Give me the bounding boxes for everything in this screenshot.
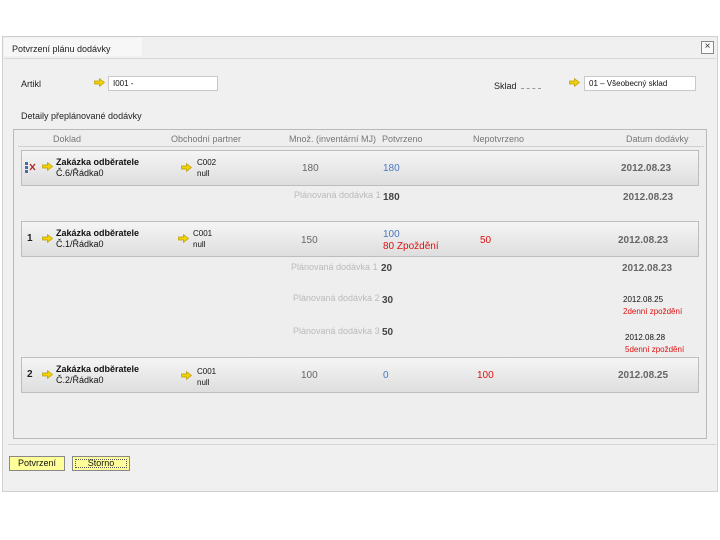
cancel-button[interactable]: Storno (72, 456, 130, 471)
doklad-cell: Zakázka odběratele Č.1/Řádka0 (56, 228, 140, 249)
sklad-dashed-line (521, 88, 541, 89)
confirmed-value: 180 (383, 163, 400, 174)
artikl-label: Artikl (21, 79, 41, 89)
confirmed-value: 0 (383, 370, 389, 381)
planned-delivery-label: Plánovaná dodávka 1 (294, 190, 381, 200)
partner-cell: C001 null (197, 367, 217, 387)
column-header-divider (18, 146, 704, 147)
planned-delivery-qty: 180 (383, 192, 400, 203)
sklad-link-arrow-icon[interactable] (569, 78, 580, 87)
planned-delivery-label: Plánovaná dodávka 2 (293, 293, 380, 303)
unconfirmed-value: 50 (480, 235, 492, 246)
planned-delivery-qty: 50 (382, 327, 394, 338)
doklad-cell: Zakázka odběratele Č.2/Řádka0 (56, 364, 140, 385)
row-number: 2 (27, 369, 33, 380)
planned-delivery-qty: 20 (381, 263, 393, 274)
partner-cell: C001 null (193, 229, 213, 249)
column-header-partner: Obchodní partner (171, 134, 242, 144)
artikl-field[interactable]: I001 - (108, 76, 218, 91)
planned-delivery-label: Plánovaná dodávka 1 (291, 262, 378, 272)
unconfirmed-value: 100 (477, 370, 494, 381)
sklad-field[interactable]: 01 – Všeobecný sklad (584, 76, 696, 91)
planned-delivery-date: 2012.08.23 (622, 263, 673, 274)
planned-delivery-label: Plánovaná dodávka 3 (293, 326, 380, 336)
planned-delivery-date: 2012.08.28 (625, 333, 666, 342)
planned-delivery-qty: 30 (382, 295, 394, 306)
doklad-link-arrow-icon[interactable] (42, 234, 53, 243)
qty-value: 180 (302, 163, 319, 174)
footer-separator (8, 444, 716, 445)
artikl-link-arrow-icon[interactable] (94, 78, 105, 87)
column-header-potvrzeno: Potvrzeno (382, 134, 423, 144)
doklad-cell: Zakázka odběratele Č.6/Řádka0 (56, 157, 140, 178)
column-header-mnoz: Množ. (inventární MJ) (289, 134, 377, 144)
close-button[interactable]: × (701, 41, 714, 54)
confirmed-delay-note: 80 Zpoždění (383, 241, 439, 252)
delivery-date: 2012.08.23 (621, 163, 672, 174)
delivery-date: 2012.08.23 (618, 235, 669, 246)
column-header-nepotvrzeno: Nepotvrzeno (473, 134, 525, 144)
doklad-link-arrow-icon[interactable] (42, 370, 53, 379)
planned-delivery-date: 2012.08.25 (623, 295, 664, 304)
qty-value: 100 (301, 370, 318, 381)
section-title: Detaily přeplánované dodávky (21, 111, 142, 121)
delivery-delay-note: 5denní zpoždění (625, 345, 685, 354)
dialog-title: Potvrzení plánu dodávky (12, 44, 111, 54)
delivery-delay-note: 2denní zpoždění (623, 307, 683, 316)
confirm-button[interactable]: Potvrzení (9, 456, 65, 471)
qty-value: 150 (301, 235, 318, 246)
column-header-datum: Datum dodávky (626, 134, 689, 144)
partner-link-arrow-icon[interactable] (178, 234, 189, 243)
row-number: 1 (27, 233, 33, 244)
partner-link-arrow-icon[interactable] (181, 163, 192, 172)
delivery-date: 2012.08.25 (618, 370, 669, 381)
sklad-label: Sklad (494, 81, 517, 91)
confirmed-value: 100 (383, 229, 400, 240)
title-separator (4, 58, 716, 59)
close-icon: × (704, 41, 711, 52)
planned-delivery-date: 2012.08.23 (623, 192, 674, 203)
partner-cell: C002 null (197, 158, 217, 178)
column-header-doklad: Doklad (53, 134, 82, 144)
partner-link-arrow-icon[interactable] (181, 371, 192, 380)
doklad-link-arrow-icon[interactable] (42, 162, 53, 171)
reschedule-icon[interactable] (24, 161, 37, 174)
